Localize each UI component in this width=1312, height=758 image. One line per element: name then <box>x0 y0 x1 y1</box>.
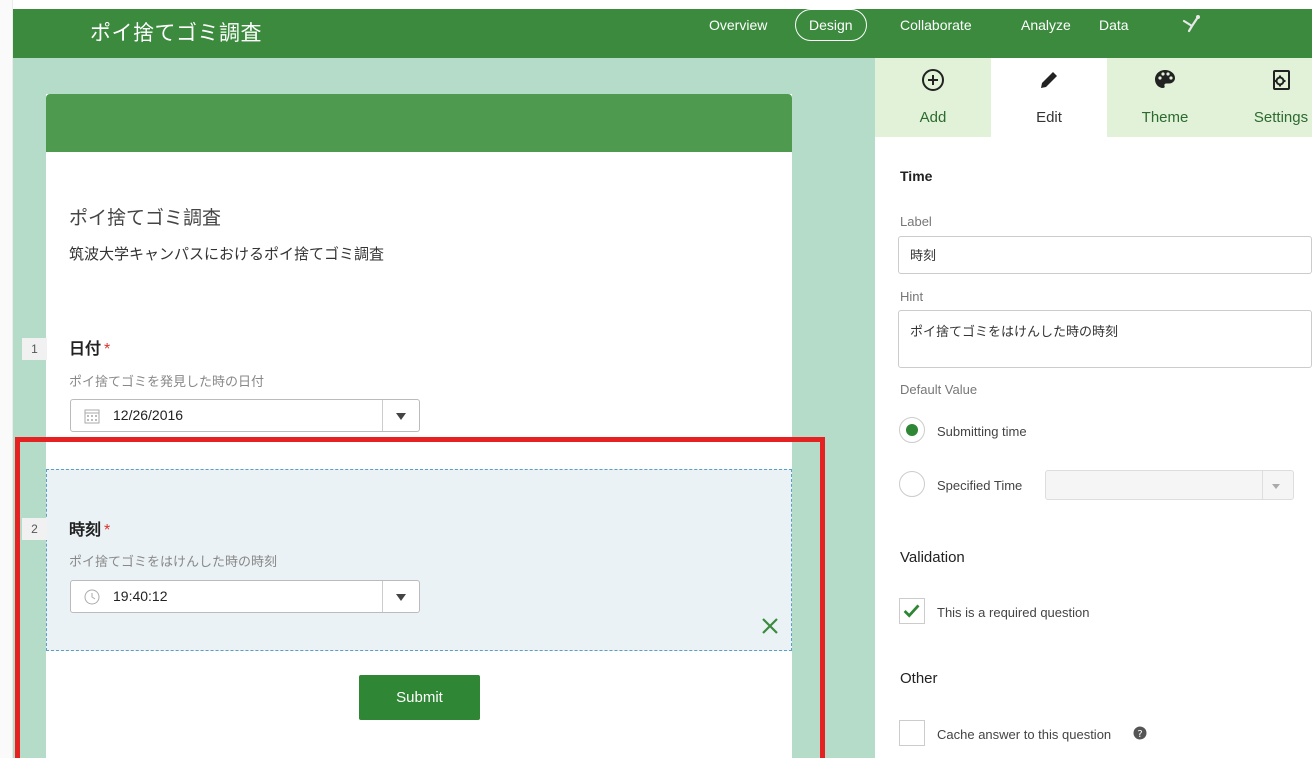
tab-label: Settings <box>1253 109 1309 126</box>
radio-specified-time[interactable] <box>899 471 925 497</box>
left-edge-strip <box>0 0 13 758</box>
form-header-banner <box>46 94 792 152</box>
help-icon[interactable]: ? <box>1133 726 1147 740</box>
divider <box>382 400 383 431</box>
label-input[interactable]: 時刻 <box>898 236 1312 274</box>
specified-time-select <box>1045 470 1294 500</box>
validation-title: Validation <box>900 549 965 566</box>
chevron-down-icon <box>1272 484 1280 489</box>
required-asterisk: * <box>104 341 111 358</box>
tab-edit[interactable]: Edit <box>991 58 1107 137</box>
chevron-down-icon[interactable] <box>396 413 406 420</box>
divider <box>1262 471 1263 499</box>
tab-label: Theme <box>1141 109 1189 126</box>
option-label: Specified Time <box>937 478 1023 493</box>
form-title: ポイ捨てゴミ調査 <box>69 207 222 229</box>
highlight-box <box>15 437 825 758</box>
question-number: 1 <box>22 338 47 360</box>
tab-label: Add <box>919 109 947 126</box>
tab-label: Edit <box>1036 109 1062 126</box>
cache-label: Cache answer to this question <box>937 727 1112 742</box>
nav-analyze[interactable]: Analyze <box>1021 9 1071 41</box>
tab-theme[interactable]: Theme <box>1107 58 1223 137</box>
panel-tabs: Add Edit Theme Settings <box>875 58 1312 137</box>
other-title: Other <box>900 670 938 687</box>
hint-textarea[interactable]: ポイ捨てゴミをはけんした時の時刻 <box>898 310 1312 368</box>
radio-submitting-time[interactable] <box>899 417 925 443</box>
form-description: 筑波大学キャンパスにおけるポイ捨てゴミ調査 <box>69 246 385 263</box>
tools-icon[interactable] <box>1181 13 1203 35</box>
pencil-icon <box>1041 72 1057 88</box>
date-picker[interactable]: 12/26/2016 <box>70 399 420 432</box>
option-label: Submitting time <box>937 424 1027 439</box>
question-hint: ポイ捨てゴミを発見した時の日付 <box>69 374 265 389</box>
svg-text:?: ? <box>1137 729 1142 740</box>
default-value-caption: Default Value <box>900 382 978 397</box>
nav-collaborate[interactable]: Collaborate <box>900 9 972 41</box>
label-field-caption: Label <box>900 214 932 229</box>
checkmark-icon <box>903 604 920 618</box>
add-circle-icon <box>922 69 944 91</box>
top-bar: ポイ捨てゴミ調査 Overview Design Collaborate Ana… <box>13 9 1312 58</box>
nav-overview[interactable]: Overview <box>709 9 767 41</box>
required-label: This is a required question <box>937 605 1090 620</box>
nav-design[interactable]: Design <box>795 9 867 41</box>
tab-add[interactable]: Add <box>875 58 991 137</box>
nav-data[interactable]: Data <box>1099 9 1129 41</box>
properties-panel: Add Edit Theme Settings Time Label 時刻 Hi… <box>875 58 1312 758</box>
question-label-text: 日付 <box>69 341 102 358</box>
section-title: Time <box>900 168 933 184</box>
palette-icon <box>1155 70 1175 88</box>
app-title: ポイ捨てゴミ調査 <box>90 22 262 45</box>
date-value: 12/26/2016 <box>113 407 184 423</box>
required-checkbox[interactable] <box>899 598 925 624</box>
question-label: 日付 * <box>69 335 110 359</box>
calendar-icon <box>84 409 100 424</box>
settings-gear-icon <box>1273 70 1290 90</box>
tab-settings[interactable]: Settings <box>1223 58 1312 137</box>
cache-checkbox[interactable] <box>899 720 925 746</box>
hint-field-caption: Hint <box>900 289 924 304</box>
